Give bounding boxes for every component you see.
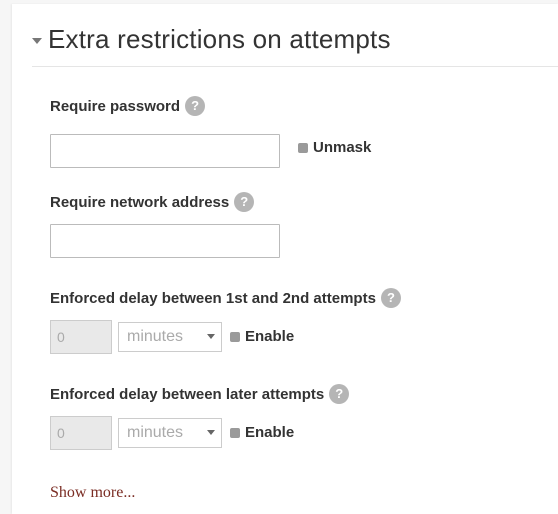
- require-password-label: Require password ?: [50, 96, 206, 116]
- require-network-label: Require network address ?: [50, 192, 255, 212]
- section-divider: [32, 66, 558, 67]
- delay-1-2-unit-select[interactable]: minutes: [118, 322, 222, 352]
- delay-later-text: Enforced delay between later attempts: [50, 385, 325, 403]
- delay-1-2-text: Enforced delay between 1st and 2nd attem…: [50, 289, 376, 307]
- checkbox-icon[interactable]: [230, 427, 240, 438]
- delay-later-label: Enforced delay between later attempts ?: [50, 384, 350, 404]
- caret-down-icon[interactable]: [32, 37, 42, 44]
- delay-later-number-input[interactable]: 0: [50, 416, 112, 450]
- delay-1-2-unit-value: minutes: [127, 328, 184, 345]
- checkbox-icon[interactable]: [298, 142, 308, 153]
- chevron-down-icon[interactable]: [207, 430, 215, 435]
- section-title[interactable]: Extra restrictions on attempts: [48, 24, 391, 55]
- settings-panel: Extra restrictions on attempts Require p…: [12, 4, 558, 514]
- delay-1-2-label: Enforced delay between 1st and 2nd attem…: [50, 288, 401, 308]
- section-legend[interactable]: Extra restrictions on attempts: [32, 24, 391, 55]
- show-more-link[interactable]: Show more...: [50, 484, 135, 502]
- help-icon[interactable]: ?: [234, 192, 255, 212]
- delay-later-unit-value: minutes: [127, 424, 184, 441]
- delay-later-enable-checkbox[interactable]: Enable: [230, 424, 294, 441]
- delay-later-unit-select[interactable]: minutes: [118, 418, 222, 448]
- checkbox-icon[interactable]: [230, 331, 240, 342]
- help-icon[interactable]: ?: [380, 288, 401, 308]
- delay-1-2-enable-checkbox[interactable]: Enable: [230, 328, 294, 345]
- help-icon[interactable]: ?: [185, 96, 206, 116]
- unmask-checkbox[interactable]: Unmask: [298, 139, 371, 156]
- unmask-label: Unmask: [313, 139, 372, 156]
- password-input[interactable]: [50, 134, 280, 168]
- help-icon[interactable]: ?: [329, 384, 350, 404]
- enable-label: Enable: [245, 328, 295, 345]
- chevron-down-icon[interactable]: [207, 334, 215, 339]
- require-password-text: Require password: [50, 97, 181, 115]
- enable-label: Enable: [245, 424, 295, 441]
- network-address-input[interactable]: [50, 224, 280, 258]
- require-network-text: Require network address: [50, 193, 230, 211]
- delay-1-2-number-input[interactable]: 0: [50, 320, 112, 354]
